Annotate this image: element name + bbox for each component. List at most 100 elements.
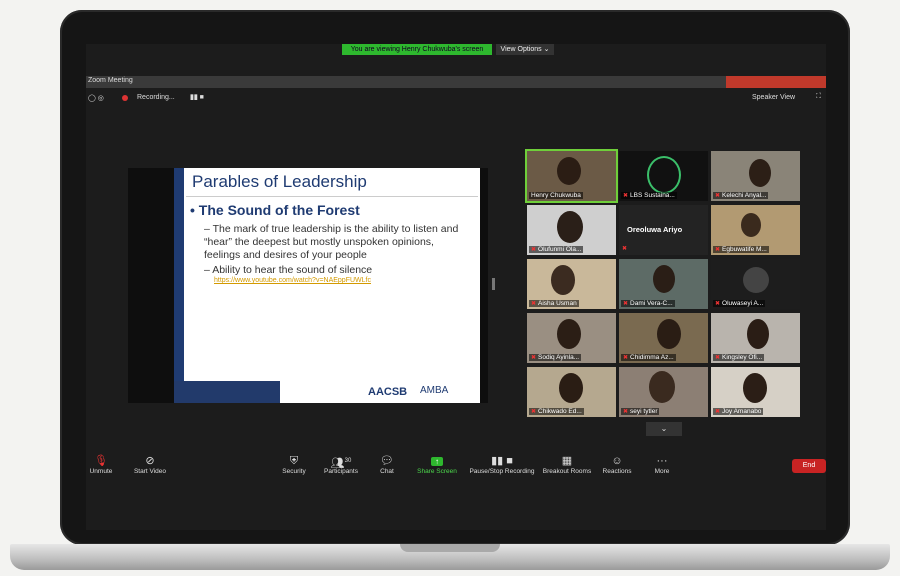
screen-share-banner: You are viewing Henry Chukwuba's screen bbox=[342, 44, 492, 55]
participant-name-center: Oreoluwa Ariyo bbox=[627, 225, 683, 234]
participant-tile[interactable]: ✖ Kelechi Anyal... bbox=[711, 151, 800, 201]
video-off-icon: ⊘ bbox=[145, 455, 155, 467]
laptop-notch bbox=[400, 544, 500, 552]
window-title: Zoom Meeting bbox=[88, 77, 133, 84]
pause-recording-icon[interactable]: ▮▮ ■ bbox=[190, 93, 204, 101]
share-screen-label: Share Screen bbox=[417, 468, 457, 475]
participant-video bbox=[559, 373, 583, 403]
muted-mic-icon: ✖ bbox=[623, 193, 629, 199]
participant-video bbox=[741, 213, 761, 237]
recording-label: Recording... bbox=[137, 94, 175, 101]
participant-video bbox=[551, 265, 575, 295]
muted-mic-icon: 🎙︎ bbox=[94, 455, 108, 467]
info-icon[interactable]: ◯ ◎ bbox=[88, 94, 104, 102]
fullscreen-icon[interactable]: ⛶ bbox=[816, 93, 821, 101]
more-button[interactable]: ··· More bbox=[648, 454, 676, 475]
breakout-label: Breakout Rooms bbox=[542, 468, 592, 475]
muted-mic-icon: ✖ bbox=[715, 355, 721, 361]
recording-icon bbox=[122, 95, 128, 101]
participant-tile[interactable]: ✖ Egbuwatife M... bbox=[711, 205, 800, 255]
participant-name: ✖ Olufunmi Ola... bbox=[529, 246, 584, 253]
view-options-button[interactable]: View Options ⌄ bbox=[496, 44, 554, 55]
muted-mic-icon: ✖ bbox=[715, 247, 721, 253]
split-handle[interactable] bbox=[492, 278, 495, 290]
participant-tile[interactable]: ✖ Aisha Usman bbox=[527, 259, 616, 309]
security-label: Security bbox=[282, 468, 306, 475]
muted-mic-icon: ✖ bbox=[623, 409, 629, 415]
slide-title: Parables of Leadership bbox=[192, 172, 367, 191]
start-video-label: Start Video bbox=[133, 468, 167, 475]
participant-name: Henry Chukwuba bbox=[529, 192, 583, 199]
participant-name: ✖ Chidimma Az... bbox=[621, 354, 676, 361]
participant-name: ✖ Kingsley Ofi... bbox=[713, 354, 765, 361]
participant-name: ✖ Aisha Usman bbox=[529, 300, 579, 307]
start-video-button[interactable]: ⊘ Start Video bbox=[130, 454, 170, 475]
slide-bullet-2: – Ability to hear the sound of silence bbox=[204, 264, 373, 276]
participant-video bbox=[749, 159, 771, 187]
ellipsis-icon: ··· bbox=[656, 455, 668, 467]
presentation-slide: Parables of Leadership • The Sound of th… bbox=[174, 168, 480, 403]
shared-screen: Parables of Leadership • The Sound of th… bbox=[128, 168, 488, 403]
participant-tile[interactable]: ✖ Kingsley Ofi... bbox=[711, 313, 800, 363]
end-meeting-button[interactable]: End bbox=[792, 459, 826, 473]
share-screen-icon: ↑ bbox=[415, 454, 459, 468]
participant-name: ✖ seyi tytler bbox=[621, 408, 660, 415]
window-controls[interactable] bbox=[726, 76, 826, 88]
pause-recording-button[interactable]: ▮▮ ■ Pause/Stop Recording bbox=[468, 454, 536, 475]
unmute-label: Unmute bbox=[89, 468, 113, 475]
participant-tile[interactable]: ✖ Joy Amanabo bbox=[711, 367, 800, 417]
participant-tile[interactable]: ✖ Oluwaseyi A... bbox=[711, 259, 800, 309]
participant-video bbox=[743, 373, 767, 403]
participants-icon: 👥︎30 bbox=[330, 457, 352, 470]
muted-mic-icon: ✖ bbox=[531, 247, 537, 253]
slide-bullet-1: – The mark of true leadership is the abi… bbox=[204, 223, 459, 261]
chevron-down-icon[interactable]: ⌄ bbox=[646, 422, 682, 436]
slide-divider bbox=[186, 196, 478, 197]
muted-mic-icon: ✖ bbox=[715, 409, 721, 415]
laptop-screen: You are viewing Henry Chukwuba's screen … bbox=[86, 44, 826, 530]
muted-mic-icon: ✖ bbox=[623, 355, 629, 361]
participant-tile[interactable]: ✖ Chidimma Az... bbox=[619, 313, 708, 363]
muted-mic-icon: ✖ bbox=[531, 355, 537, 361]
participant-logo bbox=[647, 156, 681, 194]
participant-tile[interactable]: ✖ Olufunmi Ola... bbox=[527, 205, 616, 255]
muted-mic-icon: ✖ bbox=[531, 301, 537, 307]
participant-name: ✖ Kelechi Anyal... bbox=[713, 192, 769, 199]
shield-icon: ⛨ bbox=[289, 455, 299, 467]
speaker-view-button[interactable]: Speaker View bbox=[752, 94, 795, 101]
participant-tile[interactable]: ✖ seyi tytler bbox=[619, 367, 708, 417]
breakout-rooms-button[interactable]: ▦ Breakout Rooms bbox=[541, 454, 593, 475]
participant-tile[interactable]: ✖ Dami Vera-C... bbox=[619, 259, 708, 309]
participant-tile[interactable]: ✖ LBS Sustaina... bbox=[619, 151, 708, 201]
participant-tile[interactable]: Oreoluwa Ariyo ✖ bbox=[619, 205, 708, 255]
participant-video bbox=[743, 267, 769, 293]
chat-icon: 💬︎ bbox=[380, 455, 394, 467]
participant-name: ✖ Dami Vera-C... bbox=[621, 300, 675, 307]
chat-button[interactable]: 💬︎ Chat bbox=[376, 454, 398, 475]
participant-tile[interactable]: ✖ Sodiq Ayinla... bbox=[527, 313, 616, 363]
pause-recording-label: Pause/Stop Recording bbox=[469, 468, 535, 475]
slide-bullet-1-text: The mark of true leadership is the abili… bbox=[204, 223, 459, 261]
share-screen-button[interactable]: ↑ Share Screen bbox=[415, 454, 459, 475]
unmute-button[interactable]: 🎙︎ Unmute bbox=[86, 454, 116, 475]
reactions-icon: ☺ bbox=[611, 455, 623, 467]
participant-name: ✖ Egbuwatife M... bbox=[713, 246, 769, 253]
slide-link[interactable]: https://www.youtube.com/watch?v=NAEppFUW… bbox=[214, 277, 371, 284]
participant-video bbox=[653, 265, 675, 293]
participant-tile[interactable]: Henry Chukwuba bbox=[527, 151, 616, 201]
security-button[interactable]: ⛨ Security bbox=[279, 454, 309, 475]
muted-mic-icon: ✖ bbox=[715, 301, 721, 307]
more-label: More bbox=[654, 468, 670, 475]
meeting-info-bar: ◯ ◎ Recording... ▮▮ ■ Speaker View ⛶ bbox=[86, 90, 826, 108]
participants-count: 30 bbox=[344, 458, 352, 464]
reactions-button[interactable]: ☺ Reactions bbox=[601, 454, 633, 475]
participants-button[interactable]: 👥︎30 Participants bbox=[320, 454, 362, 475]
slide-side-stripe bbox=[174, 168, 184, 403]
chat-label: Chat bbox=[380, 468, 394, 475]
participant-tile[interactable]: ✖ Chikwado Ed... bbox=[527, 367, 616, 417]
participant-video bbox=[657, 319, 681, 349]
participant-name: ✖ Sodiq Ayinla... bbox=[529, 354, 582, 361]
muted-mic-icon: ✖ bbox=[622, 246, 628, 252]
muted-mic-icon: ✖ bbox=[623, 301, 629, 307]
participants-label: Participants bbox=[324, 468, 358, 475]
